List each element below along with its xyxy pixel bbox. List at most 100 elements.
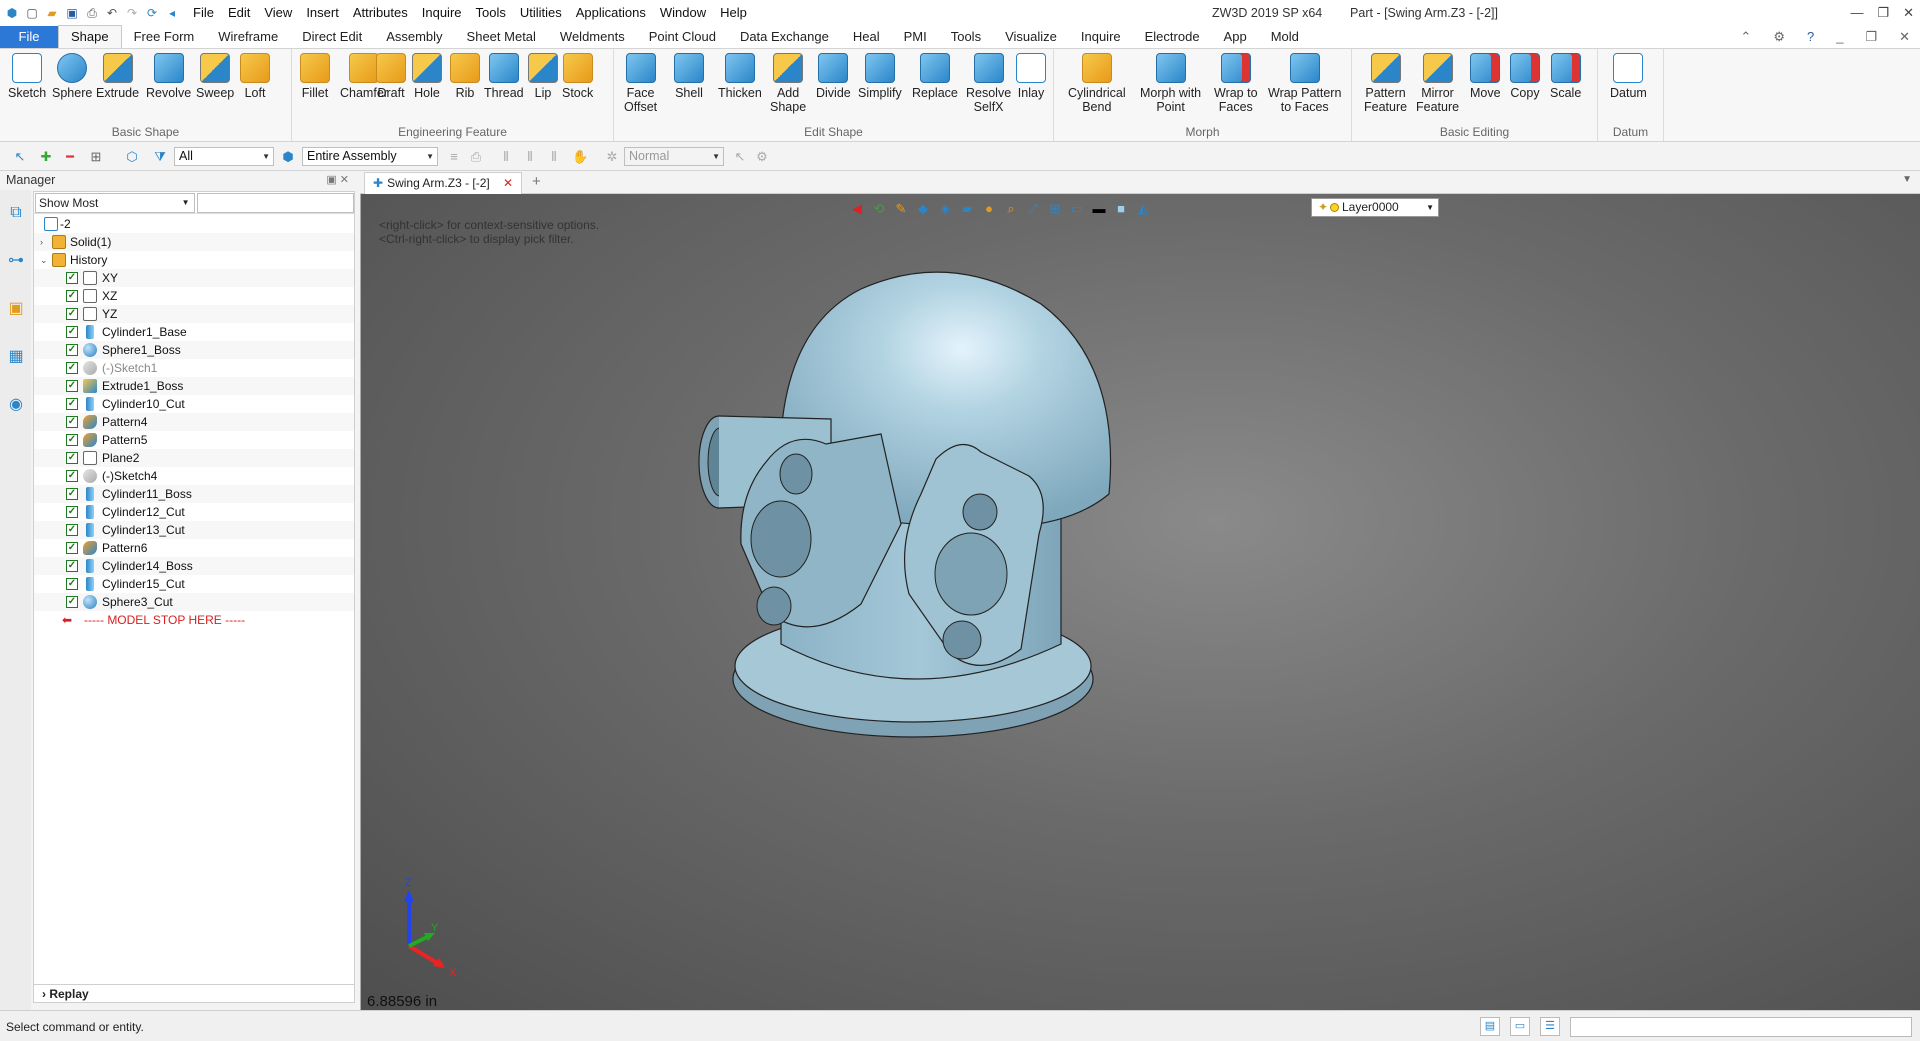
expander-icon[interactable]: ⌄ bbox=[40, 251, 50, 269]
screen-icon[interactable]: ▭ bbox=[1510, 1017, 1530, 1036]
add-icon[interactable]: ✚ bbox=[38, 149, 54, 165]
visibility-checkbox[interactable]: ✓ bbox=[66, 488, 78, 500]
tab-mold[interactable]: Mold bbox=[1259, 26, 1311, 48]
new-file-icon[interactable]: ▢ bbox=[24, 5, 40, 21]
menu-applications[interactable]: Applications bbox=[569, 0, 653, 26]
tree-row[interactable]: ✓ YZ bbox=[34, 305, 354, 323]
dist-center-icon[interactable]: ⫴ bbox=[522, 149, 538, 165]
fillet-button[interactable]: Fillet bbox=[300, 53, 330, 100]
visibility-checkbox[interactable]: ✓ bbox=[66, 542, 78, 554]
tree-row[interactable]: ✓ Sphere3_Cut bbox=[34, 593, 354, 611]
menu-insert[interactable]: Insert bbox=[299, 0, 346, 26]
assembly-icon[interactable]: ⬢ bbox=[280, 149, 296, 165]
visibility-checkbox[interactable]: ✓ bbox=[66, 452, 78, 464]
rib-button[interactable]: Rib bbox=[450, 53, 480, 100]
extrude-button[interactable]: Extrude bbox=[96, 53, 139, 100]
dist-left-icon[interactable]: ⫴ bbox=[498, 149, 514, 165]
shape-select-icon[interactable]: ⬡ bbox=[124, 149, 140, 165]
tab-wireframe[interactable]: Wireframe bbox=[206, 26, 290, 48]
command-input[interactable] bbox=[1570, 1017, 1912, 1037]
history-manager-icon[interactable]: ⧉ bbox=[5, 202, 27, 224]
inlay-button[interactable]: Inlay bbox=[1016, 53, 1046, 100]
redo-icon[interactable]: ↷ bbox=[124, 5, 140, 21]
mirror-feature-button[interactable]: Mirror Feature bbox=[1416, 53, 1459, 114]
graphics-viewport[interactable]: <right-click> for context-sensitive opti… bbox=[360, 194, 1920, 1010]
doc-close-icon[interactable]: ✕ bbox=[1899, 26, 1910, 48]
morph-with-point-button[interactable]: Morph with Point bbox=[1140, 53, 1201, 114]
visibility-checkbox[interactable]: ✓ bbox=[66, 308, 78, 320]
tab-file[interactable]: File bbox=[0, 26, 58, 48]
visibility-checkbox[interactable]: ✓ bbox=[66, 470, 78, 482]
menu-help[interactable]: Help bbox=[713, 0, 754, 26]
swing-arm-model[interactable]: Z X Y bbox=[361, 194, 1920, 1010]
hole-button[interactable]: Hole bbox=[412, 53, 442, 100]
tree-row[interactable]: › Solid(1) bbox=[34, 233, 354, 251]
tree-row[interactable]: ✓ XY bbox=[34, 269, 354, 287]
visibility-checkbox[interactable]: ✓ bbox=[66, 578, 78, 590]
minimize-icon[interactable]: — bbox=[1850, 0, 1863, 26]
wrap-pattern-button[interactable]: Wrap Pattern to Faces bbox=[1268, 53, 1341, 114]
expander-icon[interactable]: › bbox=[40, 233, 50, 251]
back-arrow-icon[interactable]: ◂ bbox=[164, 5, 180, 21]
doc-restore-icon[interactable]: ❐ bbox=[1865, 26, 1877, 48]
lip-button[interactable]: Lip bbox=[528, 53, 558, 100]
tab-assembly[interactable]: Assembly bbox=[374, 26, 454, 48]
menu-window[interactable]: Window bbox=[653, 0, 713, 26]
visibility-checkbox[interactable]: ✓ bbox=[66, 362, 78, 374]
settings-gear-icon[interactable]: ⚙ bbox=[1773, 26, 1785, 48]
visibility-checkbox[interactable]: ✓ bbox=[66, 272, 78, 284]
save-icon[interactable]: ▣ bbox=[64, 5, 80, 21]
visibility-checkbox[interactable]: ✓ bbox=[66, 326, 78, 338]
visibility-checkbox[interactable]: ✓ bbox=[66, 398, 78, 410]
sphere-button[interactable]: Sphere bbox=[52, 53, 92, 100]
tree-row[interactable]: ✓ Cylinder12_Cut bbox=[34, 503, 354, 521]
manager-pin-close-icon[interactable]: ▣ ✕ bbox=[326, 171, 349, 190]
tab-tools[interactable]: Tools bbox=[939, 26, 993, 48]
gear-small-icon[interactable]: ⚙ bbox=[754, 149, 770, 165]
model-stop-arrow-icon[interactable]: ⬅ bbox=[62, 611, 72, 629]
simplify-button[interactable]: Simplify bbox=[858, 53, 902, 100]
tab-sheet-metal[interactable]: Sheet Metal bbox=[455, 26, 548, 48]
tree-row[interactable]: ✓ Cylinder14_Boss bbox=[34, 557, 354, 575]
scale-button[interactable]: Scale bbox=[1550, 53, 1581, 100]
menu-tools[interactable]: Tools bbox=[469, 0, 513, 26]
thicken-button[interactable]: Thicken bbox=[718, 53, 762, 100]
user-icon[interactable]: ◉ bbox=[5, 394, 27, 416]
cursor-icon[interactable]: ↖ bbox=[732, 149, 748, 165]
tree-row[interactable]: ⌄ History bbox=[34, 251, 354, 269]
menu-utilities[interactable]: Utilities bbox=[513, 0, 569, 26]
tab-data-exchange[interactable]: Data Exchange bbox=[728, 26, 841, 48]
grid-icon[interactable]: ⊞ bbox=[88, 149, 104, 165]
snap-icon[interactable]: ✲ bbox=[604, 149, 620, 165]
visibility-checkbox[interactable]: ✓ bbox=[66, 416, 78, 428]
tree-row[interactable]: ✓ Pattern4 bbox=[34, 413, 354, 431]
tab-weldments[interactable]: Weldments bbox=[548, 26, 637, 48]
thread-button[interactable]: Thread bbox=[484, 53, 524, 100]
undo-icon[interactable]: ↶ bbox=[104, 5, 120, 21]
layout-icon[interactable]: ☰ bbox=[1540, 1017, 1560, 1036]
visibility-checkbox[interactable]: ✓ bbox=[66, 434, 78, 446]
assembly-tree-icon[interactable]: ⊶ bbox=[5, 250, 27, 272]
cylindrical-bend-button[interactable]: Cylindrical Bend bbox=[1068, 53, 1126, 114]
visibility-checkbox[interactable]: ✓ bbox=[66, 524, 78, 536]
tree-row[interactable]: ✓ Pattern6 bbox=[34, 539, 354, 557]
visual-styles-icon[interactable]: ▦ bbox=[5, 346, 27, 368]
draft-button[interactable]: Draft bbox=[376, 53, 406, 100]
visibility-checkbox[interactable]: ✓ bbox=[66, 560, 78, 572]
open-folder-icon[interactable]: ▰ bbox=[44, 5, 60, 21]
pattern-feature-button[interactable]: Pattern Feature bbox=[1364, 53, 1407, 114]
tab-visualize[interactable]: Visualize bbox=[993, 26, 1069, 48]
tree-row[interactable]: ⬅ ----- MODEL STOP HERE ----- bbox=[34, 611, 354, 629]
replace-button[interactable]: Replace bbox=[912, 53, 958, 100]
stock-button[interactable]: Stock bbox=[562, 53, 593, 100]
filter-icon[interactable]: ⧩ bbox=[152, 149, 168, 165]
tree-row[interactable]: ✓ (-)Sketch4 bbox=[34, 467, 354, 485]
print-icon[interactable]: ⎙ bbox=[84, 5, 100, 21]
collapse-ribbon-icon[interactable]: ⌃ bbox=[1740, 26, 1751, 48]
parts-library-icon[interactable]: ▣ bbox=[5, 298, 27, 320]
face-offset-button[interactable]: Face Offset bbox=[624, 53, 657, 114]
copy-button[interactable]: Copy bbox=[1510, 53, 1540, 100]
add-tab-icon[interactable]: + bbox=[532, 173, 541, 190]
sketch-button[interactable]: Sketch bbox=[8, 53, 46, 100]
print-preview-icon[interactable]: ⎙ bbox=[468, 149, 484, 165]
